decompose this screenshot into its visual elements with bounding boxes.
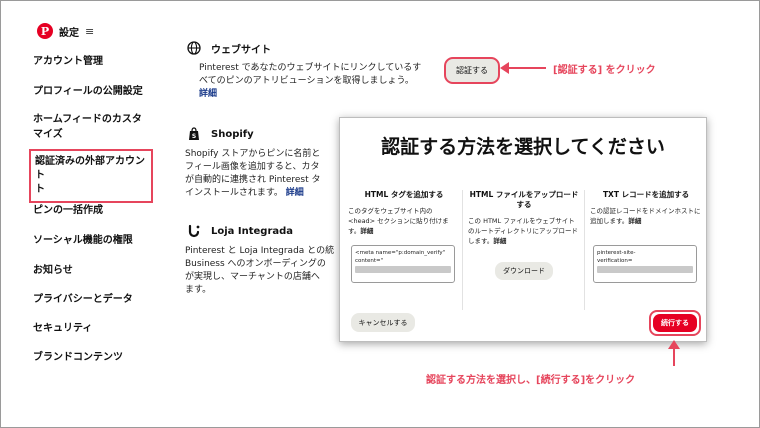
website-title: ウェブサイト [211,44,271,56]
globe-icon [185,39,203,57]
option-description: この HTML ファイルをウェブサイトのルートディレクトリにアップロードします。… [468,216,580,246]
shopify-section: S Shopify Shopify ストアからピンに名前と フィール画像を追加す… [185,125,345,200]
continue-button-highlight[interactable]: 続行する [649,310,701,336]
sidebar-item-notifications[interactable]: お知らせ [33,263,151,278]
sidebar-item-social-permissions[interactable]: ソーシャル機能の権限 [33,233,151,248]
verify-button[interactable]: 認証する [444,57,500,84]
column-divider [462,190,463,310]
cancel-button[interactable]: キャンセルする [351,313,415,332]
modal-title: 認証する方法を選択してください [381,136,665,158]
sidebar-item-security[interactable]: セキュリティ [33,321,151,336]
desc-line: インストールされます。 [185,188,283,198]
sidebar-item-privacy[interactable]: プライバシーとデータ [33,292,151,307]
website-section: ウェブサイト Pinterest であなたのウェブサイトにリンクしているす べて… [185,39,435,101]
sidebar-item-label: ホームフィードのカスタ [33,114,142,125]
sidebar-item-home-feed[interactable]: ホームフィードのカスタ マイズ [33,112,151,142]
desc-line: Business へのオンボーディングの [185,259,326,269]
screenshot-frame: P 設定 ≡ アカウント管理 プロフィールの公開設定 ホームフィードのカスタ マ… [0,0,760,428]
annotation-arrow-up-icon [668,340,680,366]
option-desc-text: この HTML ファイルをウェブサイトのルートディレクトリにアップロードします。 [468,217,579,245]
annotation-continue: 認証する方法を選択し、[続行する]をクリック [426,375,636,386]
code-line: pinterest-site- [597,250,636,256]
desc-line: ます。 [185,285,212,295]
sidebar-item-bulk-create[interactable]: ピンの一括作成 [33,203,151,218]
loja-section: Loja Integrada Pinterest と Loja Integrad… [185,222,345,297]
continue-button[interactable]: 続行する [653,314,697,332]
desc-line: が自動的に連携され Pinterest タ [185,175,321,185]
download-button[interactable]: ダウンロード [495,262,553,280]
option-details-link[interactable]: 詳細 [493,237,506,245]
svg-text:S: S [192,133,196,140]
option-description: このタグをウェブサイト内の <head> セクションに貼り付けます。詳細 [348,206,460,236]
redacted-code [597,266,693,273]
sidebar-item-branded-content[interactable]: ブランドコンテンツ [33,350,151,365]
html-tag-option[interactable]: HTML タグを追加する このタグをウェブサイト内の <head> セクションに… [348,190,460,236]
option-desc-text: この認証レコードをドメインホストに追加します。 [590,207,701,225]
loja-integrada-icon [185,222,203,240]
code-line: content=" [355,258,384,264]
verify-method-modal: 認証する方法を選択してください HTML タグを追加する このタグをウェブサイト… [339,117,707,342]
website-description: Pinterest であなたのウェブサイトにリンクしているす べてのピンのアトリ… [199,62,435,101]
pinterest-logo-icon[interactable]: P [37,23,53,39]
sidebar-item-profile-visibility[interactable]: プロフィールの公開設定 [33,84,151,99]
column-divider [584,190,585,310]
annotation-arrow-left-icon [500,62,546,74]
loja-title: Loja Integrada [211,225,294,237]
annotation-verify: [認証する] をクリック [553,65,656,76]
shopify-title: Shopify [211,128,254,140]
option-title: HTML タグを追加する [364,190,444,199]
verify-button-label: 認証する [456,66,488,75]
desc-line: Pinterest と Loja Integrada との統 [185,246,335,256]
option-description: この認証レコードをドメインホストに追加します。詳細 [590,206,702,226]
sidebar-item-account[interactable]: アカウント管理 [33,54,151,69]
shopify-bag-icon: S [185,125,203,143]
website-details-link[interactable]: 詳細 [199,89,217,99]
option-title: HTML ファイルをアップロードする [469,190,579,209]
shopify-description: Shopify ストアからピンに名前と フィール画像を追加すると、カタ が自動的… [185,148,345,200]
redacted-code [355,266,451,273]
code-line: verification= [597,258,633,264]
option-title: TXT レコードを追加する [602,190,690,199]
desc-line: が実現し、マーチャントの店舗へ [185,272,320,282]
desc-line: Pinterest であなたのウェブサイトにリンクしているす [199,63,422,73]
shopify-details-link[interactable]: 詳細 [286,188,304,198]
sidebar-item-label: ト [35,184,45,195]
option-details-link[interactable]: 詳細 [628,217,641,225]
html-file-option[interactable]: HTML ファイルをアップロードする この HTML ファイルをウェブサイトのル… [468,190,580,246]
sidebar-header: P 設定 ≡ [37,23,94,39]
sidebar-item-label: マイズ [33,129,63,140]
sidebar-item-claimed-accounts[interactable]: 認証済みの外部アカウント ト [29,149,153,203]
option-details-link[interactable]: 詳細 [360,227,373,235]
html-tag-code-box[interactable]: <meta name="p:domain_verify" content=" [351,245,455,283]
txt-record-code-box[interactable]: pinterest-site- verification= [593,245,697,283]
menu-icon[interactable]: ≡ [85,25,94,38]
sidebar-item-label: 認証済みの外部アカウント [35,156,145,181]
desc-line: フィール画像を追加すると、カタ [185,162,320,172]
code-line: <meta name="p:domain_verify" [355,250,446,256]
settings-title: 設定 [59,27,79,39]
desc-line: Shopify ストアからピンに名前と [185,149,321,159]
txt-record-option[interactable]: TXT レコードを追加する この認証レコードをドメインホストに追加します。詳細 [590,190,702,226]
loja-description: Pinterest と Loja Integrada との統 Business … [185,245,345,297]
desc-line: べてのピンのアトリビューションを取得しましょう。 [199,76,414,86]
